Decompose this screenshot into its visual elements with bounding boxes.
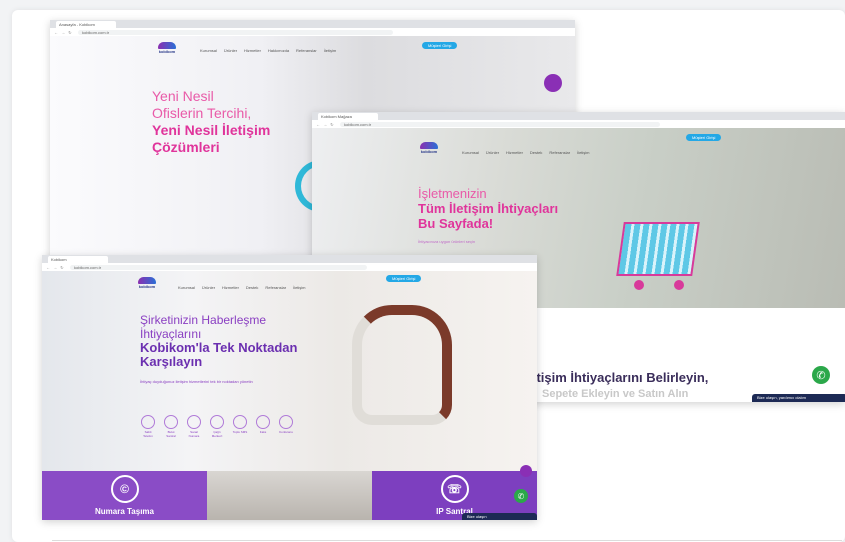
top-actions: Müşteri Girişi <box>422 42 458 49</box>
cart-wheel-icon <box>674 280 684 290</box>
floating-badge-icon[interactable] <box>520 465 532 477</box>
main-nav: Kurumsal Ürünler Hizmetler Hakkımızda Re… <box>200 48 336 53</box>
nav-item[interactable]: Ürünler <box>202 285 215 290</box>
nav-item[interactable]: İletişim <box>324 48 336 53</box>
browser-tab[interactable]: Anasayfa - Kobikom <box>56 21 116 28</box>
browser-tab[interactable]: Kobikom <box>48 256 108 263</box>
nav-item[interactable]: Hizmetler <box>244 48 261 53</box>
nav-item[interactable]: İletişim <box>577 150 589 155</box>
fax-icon <box>256 415 270 429</box>
url-field[interactable]: kobikom.com.tr <box>340 121 660 127</box>
sms-icon <box>233 415 247 429</box>
hero-text: Şirketinizin Haberleşme İhtiyaçlarını Ko… <box>140 313 297 389</box>
logo-mark-icon <box>158 42 176 49</box>
shopping-cart-graphic <box>616 222 700 276</box>
nav-arrows-icon[interactable]: ← → ↻ <box>316 122 335 127</box>
nav-item[interactable]: Hizmetler <box>506 150 523 155</box>
phone-photo-tile <box>207 471 372 520</box>
nav-arrows-icon[interactable]: ← → ↻ <box>46 265 65 270</box>
service-item[interactable]: Faks <box>255 415 271 438</box>
nav-item[interactable]: Referanslar <box>265 285 286 290</box>
nav-item[interactable]: Hizmetler <box>222 285 239 290</box>
floating-badge-icon[interactable] <box>544 74 562 92</box>
nav-item[interactable]: Kurumsal <box>178 285 195 290</box>
portfolio-card: Anasayfa - Kobikom ← → ↻ kobikom.com.tr … <box>12 10 845 542</box>
chat-widget-bar[interactable]: Bize ulaşın, yardımcı olalım <box>752 394 845 402</box>
login-button[interactable]: Müşteri Girişi <box>686 134 722 141</box>
login-button[interactable]: Müşteri Girişi <box>422 42 458 49</box>
tab-bar: Kobikom <box>42 255 537 263</box>
phone-icon <box>141 415 155 429</box>
hero-line: Çözümleri <box>152 139 220 155</box>
nav-item[interactable]: Referanslar <box>296 48 317 53</box>
service-icons: Sabit Telefon Bulut Santral Sanal Numara… <box>140 415 294 438</box>
site-logo[interactable]: kobikom <box>138 277 156 289</box>
nav-item[interactable]: Destek <box>530 150 542 155</box>
nav-item[interactable]: Referanslar <box>549 150 570 155</box>
url-field[interactable]: kobikom.com.tr <box>70 264 367 270</box>
nav-item[interactable]: Hakkımızda <box>268 48 289 53</box>
ip-switchboard-icon: ☏ <box>440 475 469 503</box>
site-logo[interactable]: kobikom <box>158 42 176 54</box>
hero-line: Yeni Nesil İletişim <box>152 122 271 138</box>
login-button[interactable]: Müşteri Girişi <box>386 275 422 282</box>
cloud-icon <box>164 415 178 429</box>
hero-line: İhtiyaçlarını <box>140 327 202 341</box>
nav-item[interactable]: Kurumsal <box>200 48 217 53</box>
service-item[interactable]: Sabit Telefon <box>140 415 156 438</box>
browser-tab[interactable]: Kobikom Mağaza <box>318 113 378 120</box>
number-transfer-icon: © <box>110 475 139 503</box>
whatsapp-icon[interactable]: ✆ <box>514 489 528 503</box>
hero-line: Tüm İletişim İhtiyaçları <box>418 201 559 216</box>
hero-text: İşletmenizin Tüm İletişim İhtiyaçları Bu… <box>418 186 558 249</box>
hero-line: İşletmenizin <box>418 186 487 201</box>
nav-item[interactable]: Destek <box>246 285 258 290</box>
hero-line: Şirketinizin Haberleşme <box>140 313 267 327</box>
site-logo[interactable]: kobikom <box>420 142 438 154</box>
nav-item[interactable]: Ürünler <box>224 48 237 53</box>
hero-line: Bu Sayfada! <box>418 216 494 231</box>
hero-line: Kobikom'la Tek Noktadan <box>140 340 298 355</box>
section-subtitle: Sepete Ekleyin ve Satın Alın <box>542 388 689 400</box>
url-field[interactable]: kobikom.com.tr <box>78 29 393 35</box>
browser-window-services: Kobikom ← → ↻ kobikom.com.tr kobikom Kur… <box>42 255 537 520</box>
conference-icon <box>279 415 293 429</box>
nav-arrows-icon[interactable]: ← → ↻ <box>54 30 73 35</box>
hero-line: Ofislerin Tercihi, <box>152 105 252 121</box>
nav-item[interactable]: Kurumsal <box>462 150 479 155</box>
hero-subtitle: İhtiyaç duyduğunuz iletişim hizmetlerini… <box>140 379 253 384</box>
headset-icon <box>210 415 224 429</box>
nav-item[interactable]: İletişim <box>293 285 305 290</box>
cart-wheel-icon <box>634 280 644 290</box>
service-item[interactable]: Konferans <box>278 415 294 438</box>
nav-item[interactable]: Ürünler <box>486 150 499 155</box>
main-nav: Kurumsal Ürünler Hizmetler Destek Refera… <box>462 150 590 155</box>
service-item[interactable]: Çağrı Merkezi <box>209 415 225 438</box>
service-item[interactable]: Sanal Numara <box>186 415 202 438</box>
logo-mark-icon <box>420 142 438 149</box>
whatsapp-icon[interactable]: ✆ <box>812 366 830 384</box>
number-transfer-tile[interactable]: © Numara Taşıma <box>42 471 207 520</box>
chat-widget-bar[interactable]: Bize ulaşın <box>462 513 537 520</box>
service-item[interactable]: Toplu SMS <box>232 415 248 438</box>
divider <box>52 540 842 541</box>
main-nav: Kurumsal Ürünler Hizmetler Destek Refera… <box>178 285 306 290</box>
tab-bar: Anasayfa - Kobikom <box>50 20 575 28</box>
top-actions: Müşteri Girişi <box>386 275 422 282</box>
section-title: İletişim İhtiyaçlarını Belirleyin, <box>522 370 709 385</box>
service-item[interactable]: Bulut Santral <box>163 415 179 438</box>
hero-line: Yeni Nesil <box>152 88 214 104</box>
hero-subtitle: İhtiyacınıza uygun ürünleri seçin <box>418 239 476 244</box>
hero-line: Karşılayın <box>140 354 203 369</box>
top-actions: Müşteri Girişi <box>686 134 722 141</box>
wifi-headphones-graphic <box>352 305 452 425</box>
hero-text: Yeni Nesil Ofislerin Tercihi, Yeni Nesil… <box>152 88 270 156</box>
logo-mark-icon <box>138 277 156 284</box>
tab-bar: Kobikom Mağaza <box>312 112 845 120</box>
number-icon <box>187 415 201 429</box>
